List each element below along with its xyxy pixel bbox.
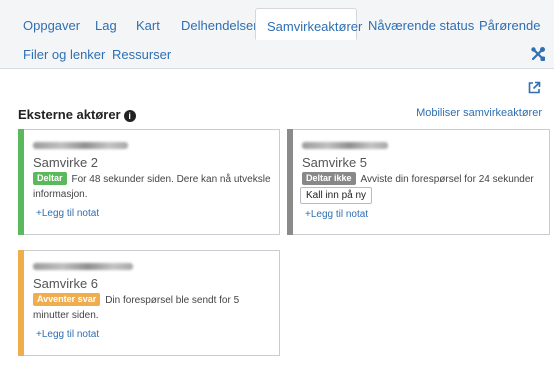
tab-oppgaver[interactable]: Oppgaver (23, 18, 80, 34)
redacted-label (33, 142, 128, 149)
redacted-label (33, 263, 133, 270)
actor-name: Samvirke 2 (33, 155, 99, 170)
status-line: Avventer svar Din forespørsel ble sendt f… (33, 293, 273, 323)
status-badge: Avventer svar (33, 293, 101, 306)
info-icon[interactable]: i (123, 110, 136, 122)
status-bar (18, 129, 24, 235)
tab-navaerende-status[interactable]: Nåværende status (368, 18, 474, 34)
tab-ressurser[interactable]: Ressurser (112, 47, 171, 63)
tab-kart[interactable]: Kart (136, 18, 160, 34)
recall-button[interactable]: Kall inn på ny (300, 187, 373, 204)
section-title: Eksterne aktører i (18, 107, 136, 122)
tab-delhendelser[interactable]: Delhendelser (181, 18, 258, 34)
status-line: Deltar For 48 sekunder siden. Dere kan nå… (33, 172, 273, 202)
tools-icon[interactable] (530, 46, 546, 62)
actor-name: Samvirke 5 (302, 155, 368, 170)
external-link-icon[interactable] (527, 81, 541, 95)
add-note-link[interactable]: +Legg til notat (305, 209, 368, 220)
tab-filer-og-lenker[interactable]: Filer og lenker (23, 47, 105, 63)
redacted-label (302, 142, 388, 149)
add-note-link[interactable]: +Legg til notat (36, 329, 99, 340)
add-note-link[interactable]: +Legg til notat (36, 208, 99, 219)
tab-samvirkeaktorer[interactable]: Samvirkeaktører (255, 8, 362, 40)
actor-card-samvirke-2: Samvirke 2 Deltar For 48 sekunder siden. … (18, 129, 280, 235)
actor-name: Samvirke 6 (33, 276, 99, 291)
status-text: For 48 sekunder siden. Dere kan nå utvek… (33, 174, 271, 200)
actor-card-samvirke-5: Samvirke 5 Deltar ikke Avviste din foresp… (287, 129, 550, 235)
tab-parorende[interactable]: Pårørende (479, 18, 540, 34)
status-badge: Deltar (33, 172, 67, 185)
status-bar (18, 250, 24, 356)
mobilize-link[interactable]: Mobiliser samvirkeaktører (416, 107, 542, 119)
tab-bar: Oppgaver Lag Kart Delhendelser Samvirkea… (0, 0, 554, 69)
section-title-text: Eksterne aktører (18, 107, 121, 122)
status-badge: Deltar ikke (302, 172, 356, 185)
status-bar (287, 129, 293, 235)
tab-lag[interactable]: Lag (95, 18, 117, 34)
actor-card-samvirke-6: Samvirke 6 Avventer svar Din forespørsel … (18, 250, 280, 356)
